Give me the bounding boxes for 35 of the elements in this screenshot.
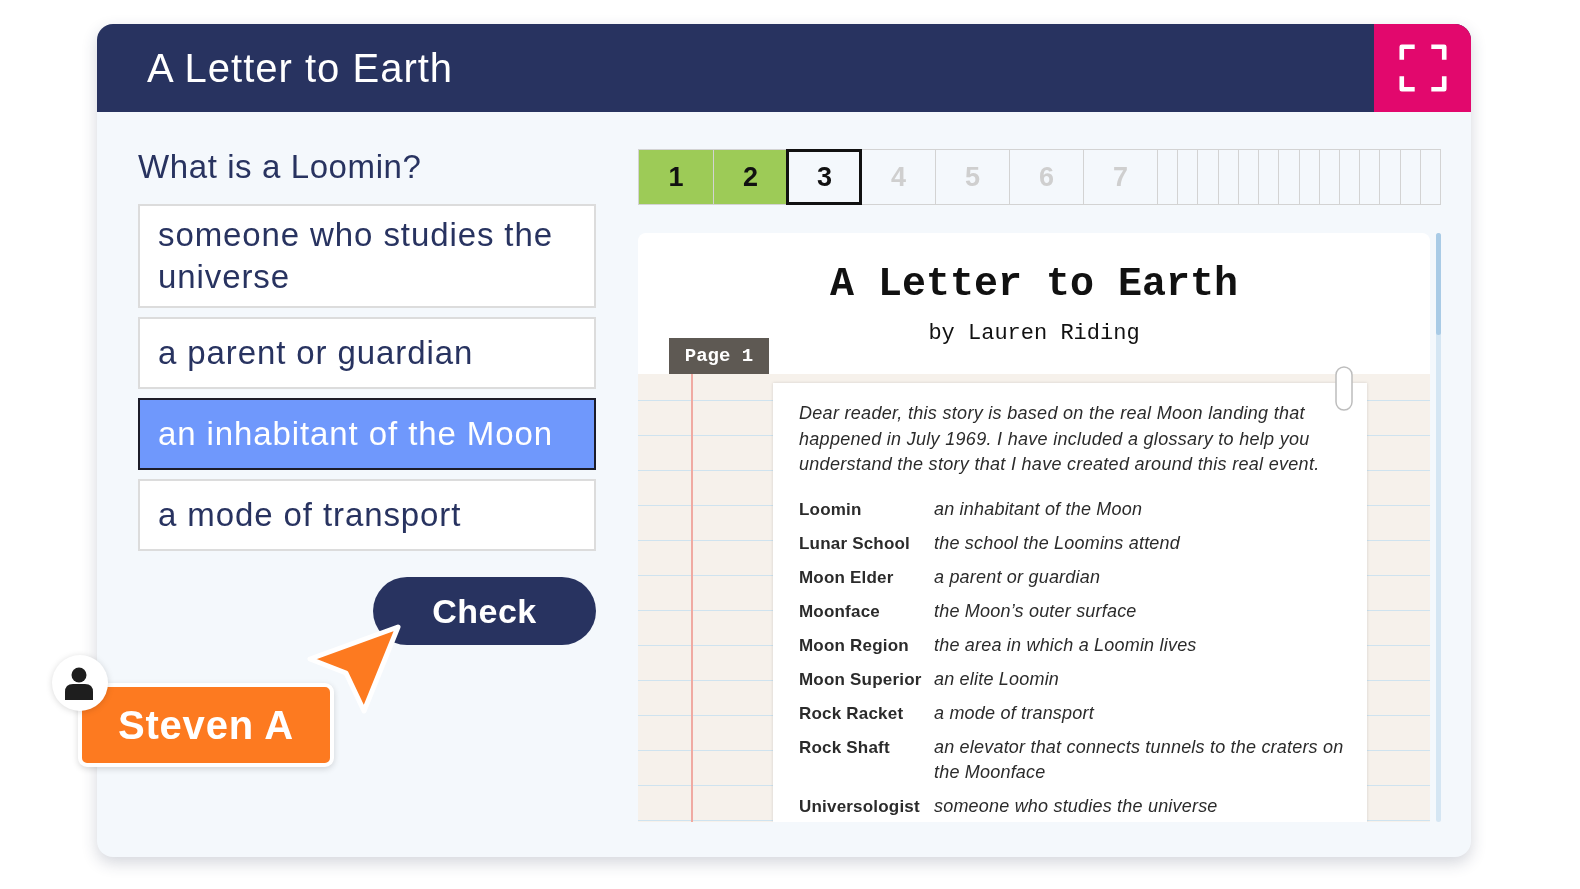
answer-option[interactable]: a mode of transport <box>138 479 596 551</box>
answer-option[interactable]: someone who studies the universe <box>138 204 596 308</box>
glossary-definition: an elevator that connects tunnels to the craters on the Moonface <box>934 735 1345 784</box>
glossary-definition: a mode of transport <box>934 701 1094 725</box>
glossary-definition: the Moon’s outer surface <box>934 599 1137 623</box>
answer-option[interactable]: a parent or guardian <box>138 317 596 389</box>
glossary-term: Moonface <box>799 600 880 623</box>
glossary-term: Loomin <box>799 498 862 521</box>
check-button[interactable]: Check <box>373 577 596 645</box>
page-title: A Letter to Earth <box>147 45 454 91</box>
progress-step[interactable]: 1 <box>639 150 713 204</box>
glossary-term: Universologist <box>799 795 920 818</box>
scrollbar-thumb[interactable] <box>1436 233 1441 335</box>
progress-step[interactable]: 2 <box>713 150 787 204</box>
glossary-definition: an elite Loomin <box>934 667 1060 691</box>
glossary-term: Rock Racket <box>799 702 904 725</box>
page-tag: Page 1 <box>669 338 769 374</box>
glossary-term: Moon Superior <box>799 668 922 691</box>
document-title: A Letter to Earth <box>829 261 1239 309</box>
fullscreen-button[interactable] <box>1374 24 1471 112</box>
glossary-term: Moon Region <box>799 634 909 657</box>
glossary-definition: the area in which a Loomin lives <box>934 633 1197 657</box>
glossary-definition: the school the Loomins attend <box>934 531 1180 555</box>
glossary-term: Moon Elder <box>799 566 894 589</box>
glossary-definition: an inhabitant of the Moon <box>934 497 1143 521</box>
glossary-term: Lunar School <box>799 532 911 555</box>
glossary-term: Rock Shaft <box>799 736 890 759</box>
glossary-definition: someone who studies the universe <box>934 794 1218 818</box>
document-byline: by Lauren Riding <box>928 320 1140 348</box>
scrollbar-track[interactable] <box>1436 233 1441 822</box>
question-text: What is a Loomin? <box>138 149 422 185</box>
fullscreen-icon <box>1398 44 1447 92</box>
glossary-definition: a parent or guardian <box>934 565 1101 589</box>
progress-step[interactable]: 3 <box>787 150 861 204</box>
intro-paragraph: Dear reader, this story is based on the real Moon landing that happened in July 1969. I have included a glossary to help you understand the story that I have created around this real event. <box>799 402 1321 476</box>
